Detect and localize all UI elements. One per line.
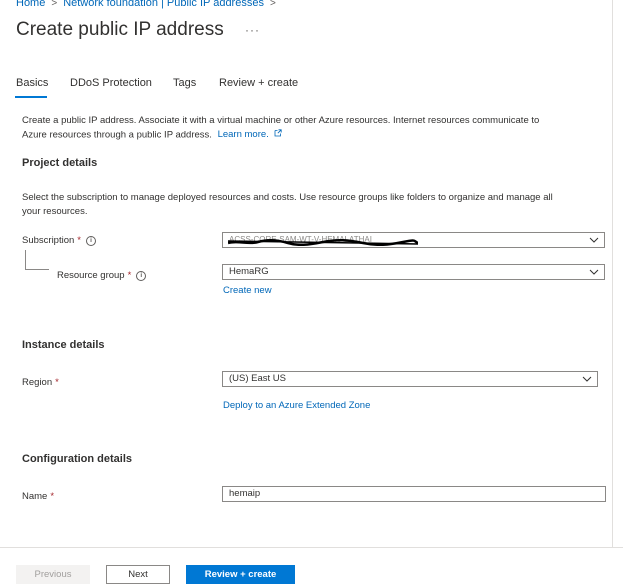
redaction-scribble [228,238,418,246]
required-asterisk: * [77,235,81,246]
chevron-down-icon [589,237,599,243]
project-description-line-1: Select the subscription to manage deploy… [22,192,553,203]
breadcrumb-chevron-icon: > [51,0,58,9]
required-asterisk: * [55,377,59,388]
required-asterisk: * [127,270,132,281]
tab-basics[interactable]: Basics [16,77,48,89]
footer-divider [0,547,623,548]
resource-group-select[interactable]: HemaRG [222,264,605,280]
review-create-button[interactable]: Review + create [186,565,295,584]
tab-tags[interactable]: Tags [173,77,196,89]
region-label: Region * [22,377,59,388]
create-new-resource-group-link[interactable]: Create new [223,284,272,298]
chevron-down-icon [589,269,599,275]
chevron-down-icon [582,376,592,382]
subscription-label: Subscription * i [22,235,96,246]
configuration-details-heading: Configuration details [22,453,132,465]
blade-right-border [612,0,613,547]
project-details-heading: Project details [22,157,98,169]
page-title: Create public IP address [16,19,224,40]
name-input-value: hemaip [229,488,261,499]
info-icon[interactable]: i [136,270,147,281]
more-options-icon[interactable]: ··· [245,24,260,36]
learn-more-link[interactable]: Learn more. [218,129,269,140]
tab-review-create[interactable]: Review + create [219,77,298,89]
region-value: (US) East US [229,373,287,384]
required-asterisk: * [50,491,55,502]
project-description: Select the subscription to manage deploy… [22,191,612,218]
breadcrumb: Home > Network foundation | Public IP ad… [16,0,282,9]
region-label-text: Region [22,377,53,388]
previous-button[interactable]: Previous [16,565,90,584]
instance-details-heading: Instance details [22,339,105,351]
breadcrumb-public-ip-addresses[interactable]: Network foundation | Public IP addresses [63,0,264,9]
subscription-label-text: Subscription [22,235,75,246]
region-select[interactable]: (US) East US [222,371,598,387]
name-label-text: Name [22,491,48,502]
name-input[interactable]: hemaip [222,486,606,502]
next-button[interactable]: Next [106,565,170,584]
breadcrumb-chevron-icon: > [269,0,276,9]
deploy-extended-zone-link[interactable]: Deploy to an Azure Extended Zone [223,399,370,413]
intro-line-1: Create a public IP address. Associate it… [22,115,540,126]
info-icon[interactable]: i [85,235,96,246]
external-link-icon [274,128,283,142]
tree-connector-horizontal [25,269,49,270]
tab-ddos-protection[interactable]: DDoS Protection [70,77,152,89]
resource-group-label-text: Resource group [57,270,125,281]
resource-group-label: Resource group * i [57,270,147,281]
intro-line-2: Azure resources through a public IP addr… [22,128,212,140]
breadcrumb-home[interactable]: Home [16,0,45,9]
intro-text: Create a public IP address. Associate it… [22,114,612,141]
active-tab-indicator [15,96,47,98]
resource-group-value: HemaRG [229,266,269,277]
name-label: Name * [22,491,54,502]
project-description-line-2: your resources. [22,205,88,217]
tree-connector-vertical [25,250,26,269]
